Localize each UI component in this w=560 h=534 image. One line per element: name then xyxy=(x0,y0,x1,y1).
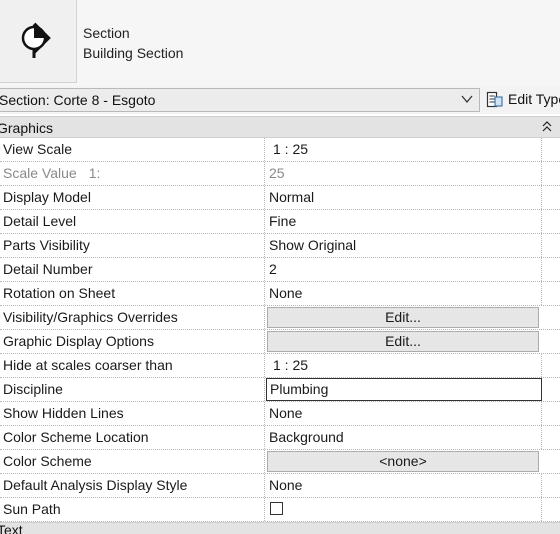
graphic-display-options-edit-button[interactable]: Edit... xyxy=(267,331,539,352)
property-name: Show Hidden Lines xyxy=(0,402,265,425)
show-hidden-lines-field[interactable]: None xyxy=(266,402,542,425)
default-analysis-display-style-field[interactable]: None xyxy=(266,474,542,497)
property-name: Detail Level xyxy=(0,210,265,233)
property-row-parts-visibility: Parts Visibility Show Original xyxy=(0,234,560,258)
rotation-on-sheet-field[interactable]: None xyxy=(266,282,542,305)
group-label: Graphics xyxy=(0,120,54,136)
edit-type-icon xyxy=(486,91,503,108)
property-row-default-analysis-display-style: Default Analysis Display Style None xyxy=(0,474,560,498)
property-row-hide-at-scales: Hide at scales coarser than 1 : 25 xyxy=(0,354,560,378)
property-name: Detail Number xyxy=(0,258,265,281)
section-head-icon xyxy=(21,22,51,58)
type-thumbnail xyxy=(0,0,77,83)
group-header-text[interactable]: Text xyxy=(0,522,560,534)
view-scale-field[interactable]: 1 : 25 xyxy=(266,138,542,161)
property-row-show-hidden-lines: Show Hidden Lines None xyxy=(0,402,560,426)
collapse-icon[interactable] xyxy=(542,120,552,134)
property-row-color-scheme-location: Color Scheme Location Background xyxy=(0,426,560,450)
property-name: Color Scheme xyxy=(0,450,265,473)
hide-at-scales-field[interactable]: 1 : 25 xyxy=(266,354,542,377)
discipline-field[interactable]: Plumbing xyxy=(266,378,542,401)
scale-value-field: 25 xyxy=(266,162,542,185)
properties-grid: Graphics View Scale 1 : 25 Scale Value 1:… xyxy=(0,116,560,522)
property-value: 1 : 25 xyxy=(273,357,309,373)
property-value: 1 : 25 xyxy=(273,141,309,157)
color-scheme-location-field[interactable]: Background xyxy=(266,426,542,449)
instance-selector-dropdown[interactable]: Section: Corte 8 - Esgoto xyxy=(0,88,480,112)
property-name: Color Scheme Location xyxy=(0,426,265,449)
property-name: Hide at scales coarser than xyxy=(0,354,265,377)
sun-path-cell xyxy=(266,498,542,521)
property-row-view-scale: View Scale 1 : 25 xyxy=(0,138,560,162)
property-name: Sun Path xyxy=(0,498,265,521)
chevron-down-icon xyxy=(461,95,473,104)
sun-path-checkbox[interactable] xyxy=(270,502,283,515)
property-row-detail-level: Detail Level Fine xyxy=(0,210,560,234)
property-row-display-model: Display Model Normal xyxy=(0,186,560,210)
property-row-sun-path: Sun Path xyxy=(0,498,560,522)
instance-selector-value: Section: Corte 8 - Esgoto xyxy=(0,92,156,108)
visibility-graphics-edit-button[interactable]: Edit... xyxy=(267,307,539,328)
property-name: Discipline xyxy=(0,378,265,401)
property-row-color-scheme: Color Scheme <none> xyxy=(0,450,560,474)
property-name: Rotation on Sheet xyxy=(0,282,265,305)
property-row-rotation-on-sheet: Rotation on Sheet None xyxy=(0,282,560,306)
detail-level-field[interactable]: Fine xyxy=(266,210,542,233)
type-selector: Section Building Section xyxy=(0,0,560,86)
property-name: Scale Value 1: xyxy=(0,162,265,185)
property-name: Visibility/Graphics Overrides xyxy=(0,306,265,329)
property-row-scale-value: Scale Value 1: 25 xyxy=(0,162,560,186)
property-row-detail-number: Detail Number 2 xyxy=(0,258,560,282)
group-header-graphics[interactable]: Graphics xyxy=(0,116,560,138)
property-name-text: Scale Value xyxy=(3,165,77,181)
type-family-label: Section xyxy=(83,25,130,41)
property-name: Graphic Display Options xyxy=(0,330,265,353)
group-label: Text xyxy=(0,522,23,534)
property-name: Default Analysis Display Style xyxy=(0,474,265,497)
display-model-field[interactable]: Normal xyxy=(266,186,542,209)
property-name: View Scale xyxy=(0,138,265,161)
parts-visibility-field[interactable]: Show Original xyxy=(266,234,542,257)
property-row-graphic-display-options: Graphic Display Options Edit... xyxy=(0,330,560,354)
color-scheme-button[interactable]: <none> xyxy=(267,451,539,472)
type-name-label: Building Section xyxy=(83,45,184,61)
property-row-discipline: Discipline Plumbing xyxy=(0,378,560,402)
edit-type-label: Edit Type xyxy=(508,91,560,107)
property-row-visibility-graphics-overrides: Visibility/Graphics Overrides Edit... xyxy=(0,306,560,330)
property-name: Display Model xyxy=(0,186,265,209)
detail-number-field[interactable]: 2 xyxy=(266,258,542,281)
edit-type-button[interactable]: Edit Type xyxy=(486,88,560,112)
property-name: Parts Visibility xyxy=(0,234,265,257)
property-name-suffix: 1: xyxy=(88,165,101,181)
